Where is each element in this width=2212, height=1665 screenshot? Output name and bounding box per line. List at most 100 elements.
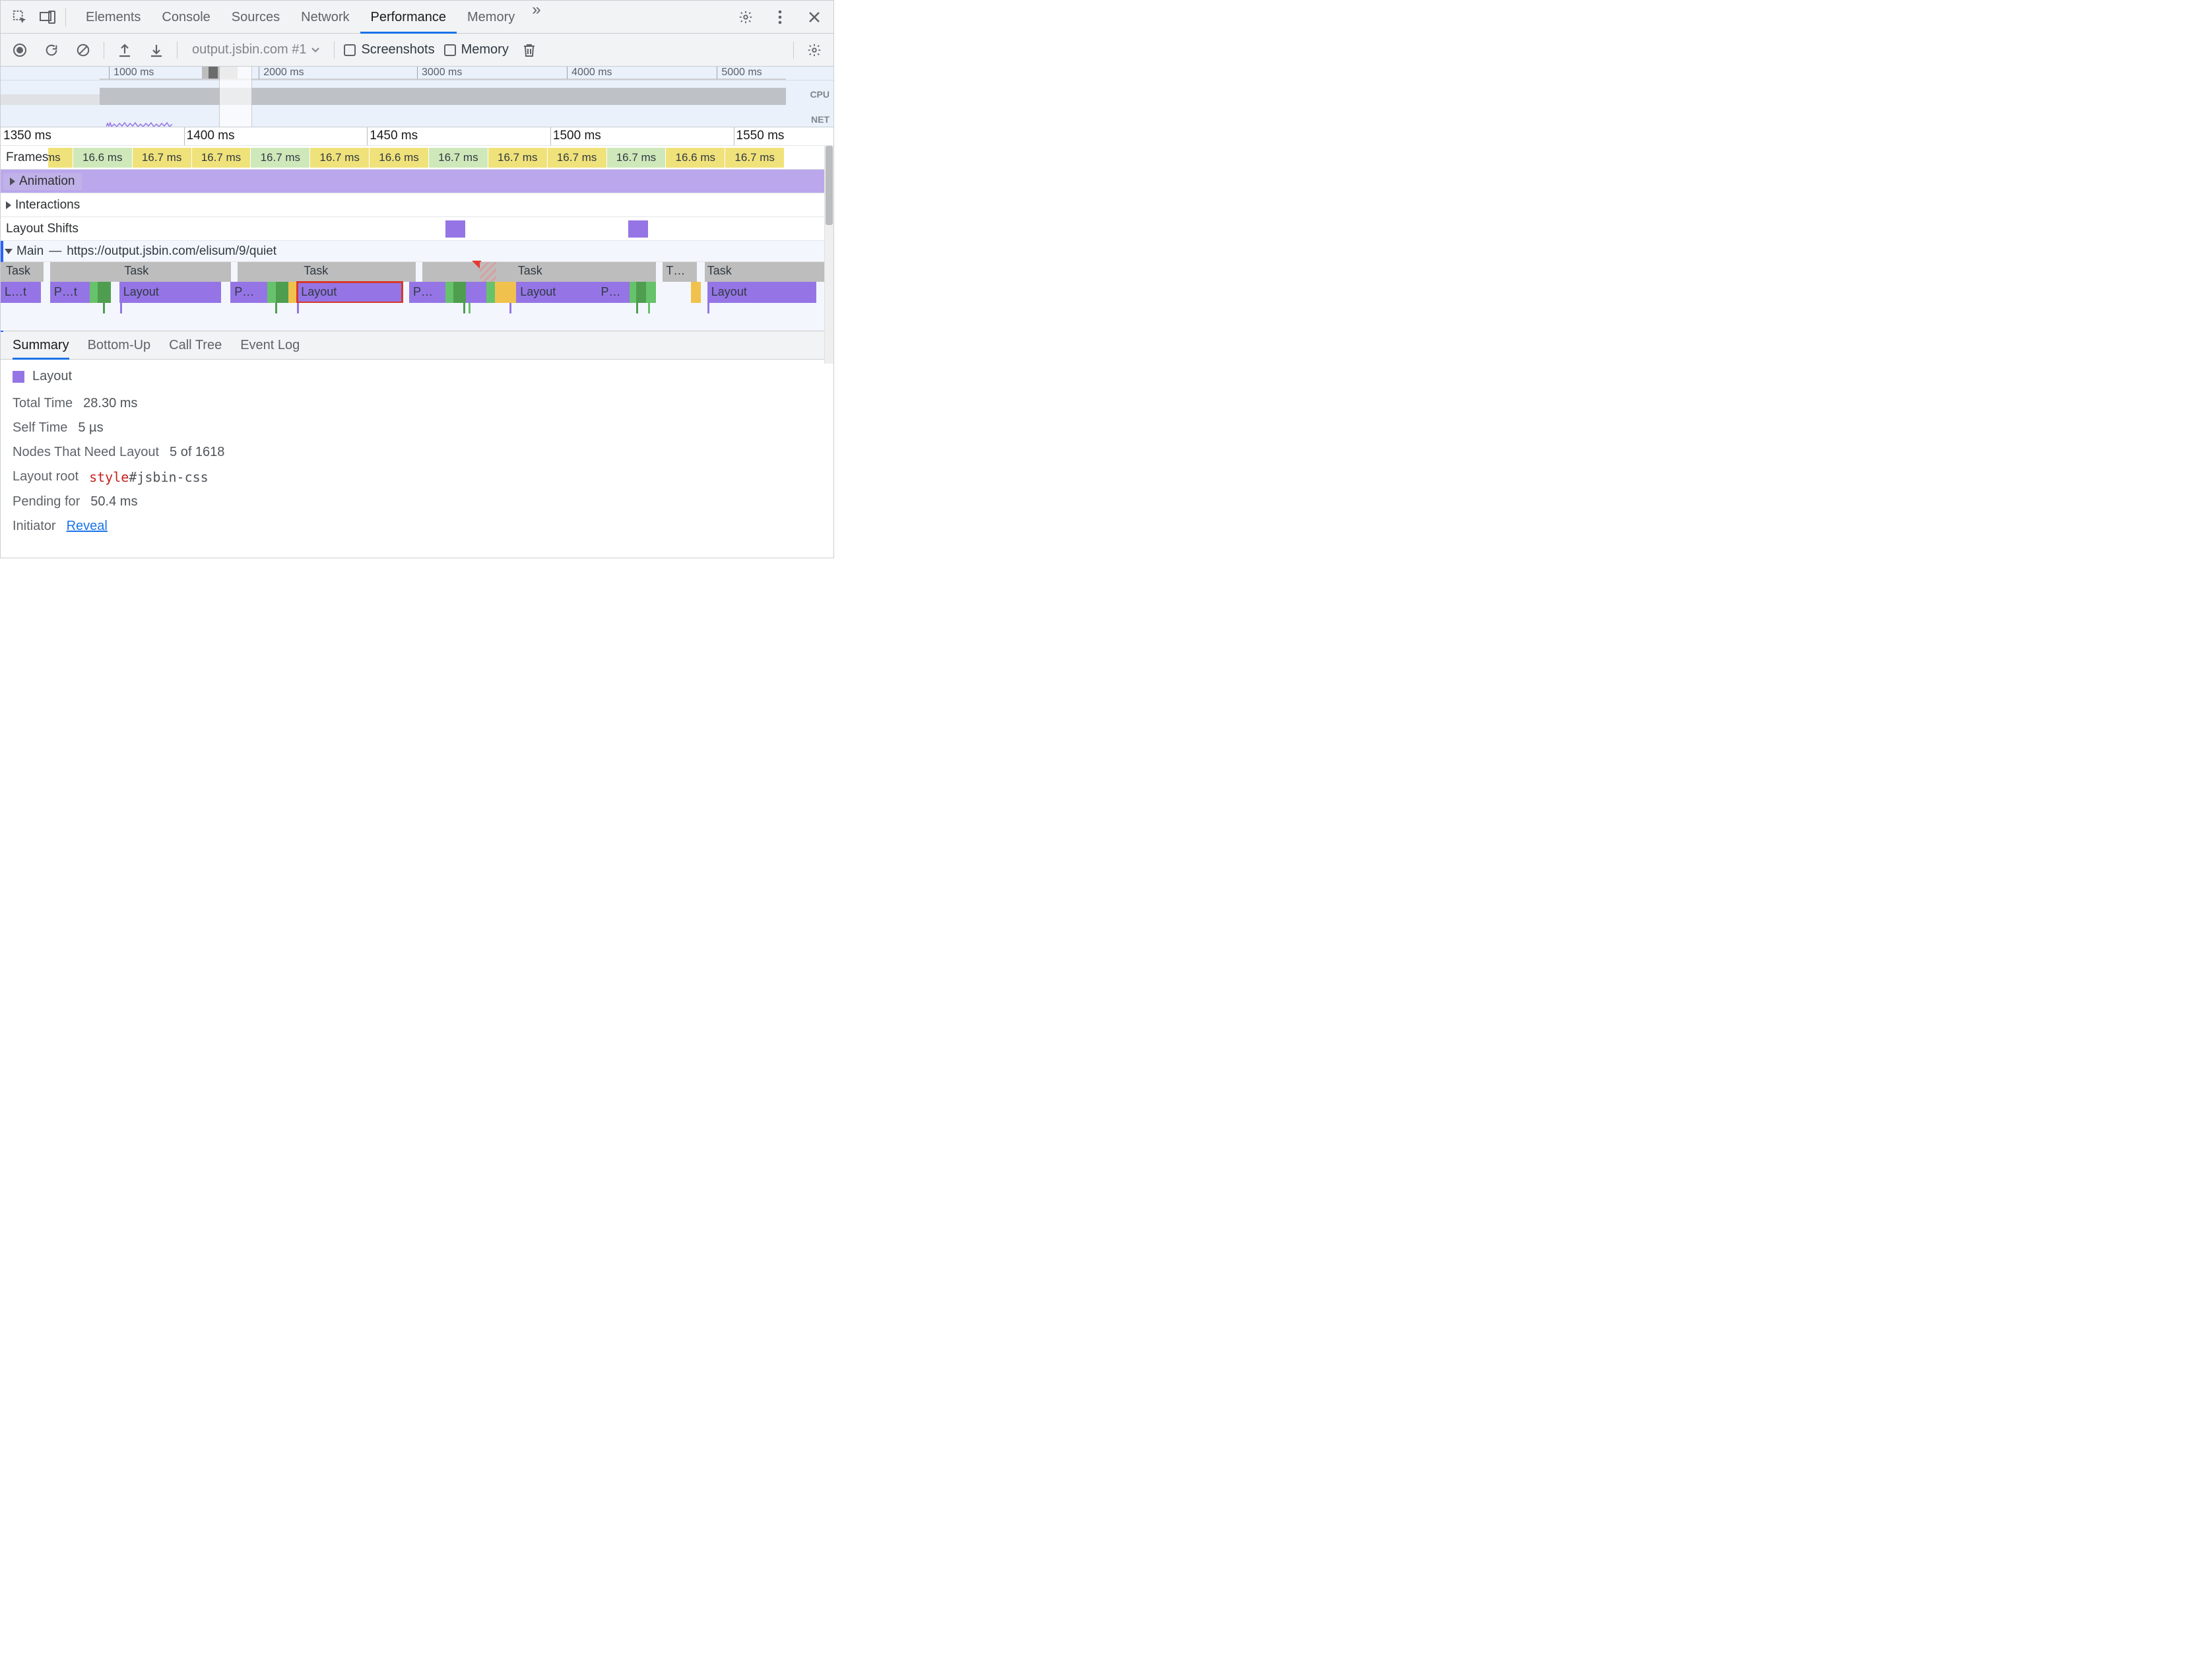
flame-entry[interactable]: P… (409, 282, 445, 303)
flame-entry[interactable] (646, 282, 656, 303)
flamechart[interactable]: Frames ms16.6 ms16.7 ms16.7 ms16.7 ms16.… (1, 146, 833, 331)
kebab-menu-icon[interactable] (766, 3, 794, 31)
animation-track[interactable]: Animation (1, 170, 824, 193)
flamechart-work-row[interactable]: L…tP…tLayoutP…LayoutP…LayoutP…Layout (1, 282, 824, 303)
scrollbar[interactable] (824, 146, 833, 364)
flame-entry[interactable] (636, 303, 638, 313)
tab-performance[interactable]: Performance (360, 1, 457, 34)
flame-entry[interactable] (495, 282, 516, 303)
flame-entry[interactable] (463, 303, 465, 313)
expand-icon[interactable] (10, 178, 15, 185)
task-label[interactable]: Task (124, 264, 148, 278)
layout-shift-block[interactable] (628, 220, 648, 238)
flame-entry[interactable] (90, 282, 98, 303)
record-icon[interactable] (9, 39, 31, 61)
recording-selector[interactable]: output.jsbin.com #1 (187, 42, 325, 57)
upload-icon[interactable] (114, 39, 136, 61)
overview-selection-window[interactable] (219, 67, 252, 127)
expand-icon[interactable] (6, 201, 11, 209)
frame-cell[interactable]: 16.7 ms (488, 148, 548, 168)
device-toolbar-icon[interactable] (34, 3, 61, 31)
flame-entry[interactable] (120, 303, 122, 313)
flame-entry[interactable]: Layout (516, 282, 597, 303)
frame-cell[interactable]: 16.7 ms (548, 148, 607, 168)
frame-cell[interactable]: 16.7 ms (251, 148, 310, 168)
tasks-row[interactable]: Task TaskTaskTaskT…Task (1, 262, 824, 282)
task-label[interactable]: T… (666, 264, 685, 278)
task-label[interactable]: Task (304, 264, 328, 278)
flame-entry[interactable]: L…t (1, 282, 41, 303)
task-label[interactable]: Task (518, 264, 542, 278)
layout-root-value[interactable]: style#jsbin-css (89, 469, 209, 485)
flame-entry[interactable] (691, 282, 696, 303)
flame-entry[interactable] (466, 282, 486, 303)
flame-entry[interactable] (636, 282, 646, 303)
frame-cell[interactable]: 16.7 ms (429, 148, 488, 168)
tab-summary[interactable]: Summary (13, 331, 69, 360)
task-label[interactable]: Task (707, 264, 732, 278)
tab-sources[interactable]: Sources (221, 1, 290, 34)
flame-entry[interactable]: Layout (297, 282, 403, 303)
flame-entry[interactable]: Layout (119, 282, 222, 303)
main-track-header[interactable]: Main — https://output.jsbin.com/elisum/9… (1, 241, 824, 262)
timeline-overview[interactable]: 1000 ms 2000 ms 3000 ms 4000 ms 5000 ms … (1, 67, 833, 127)
memory-checkbox[interactable]: Memory (444, 42, 509, 57)
frame-cell[interactable]: 16.6 ms (73, 148, 133, 168)
tab-memory[interactable]: Memory (457, 1, 525, 34)
trash-icon[interactable] (518, 39, 540, 61)
flame-entry[interactable] (486, 282, 494, 303)
flamechart-ruler[interactable]: 1350 ms 1400 ms 1450 ms 1500 ms 1550 ms (1, 127, 833, 146)
flame-entry[interactable] (509, 303, 511, 313)
flame-entry[interactable] (707, 303, 709, 313)
layout-shift-block[interactable] (445, 220, 465, 238)
flame-entry[interactable] (453, 282, 466, 303)
tab-event-log[interactable]: Event Log (240, 338, 300, 353)
flame-entry[interactable] (267, 282, 275, 303)
flame-entry[interactable] (103, 303, 105, 313)
collapse-icon[interactable] (5, 249, 13, 254)
close-icon[interactable] (800, 3, 828, 31)
frame-cell[interactable]: 16.6 ms (370, 148, 429, 168)
flame-entry[interactable] (648, 303, 650, 313)
settings-icon[interactable] (732, 3, 760, 31)
frame-cell[interactable]: 16.7 ms (725, 148, 785, 168)
flame-entry[interactable] (297, 303, 299, 313)
flame-entry[interactable] (469, 303, 471, 313)
flame-entry[interactable]: Layout (707, 282, 816, 303)
scrollbar-thumb[interactable] (826, 146, 833, 225)
tab-call-tree[interactable]: Call Tree (169, 338, 222, 353)
frame-cell[interactable]: 16.6 ms (666, 148, 725, 168)
tab-console[interactable]: Console (151, 1, 220, 34)
flame-entry[interactable]: P… (597, 282, 630, 303)
frame-cell[interactable]: 16.7 ms (133, 148, 192, 168)
animation-bar[interactable] (1, 173, 824, 190)
flame-entry[interactable]: P…t (50, 282, 90, 303)
capture-settings-icon[interactable] (803, 39, 826, 61)
flame-entry[interactable] (288, 282, 296, 303)
devtools-tabbar: Elements Console Sources Network Perform… (1, 1, 833, 34)
tab-network[interactable]: Network (290, 1, 360, 34)
flame-entry[interactable] (696, 282, 700, 303)
frames-track[interactable]: Frames ms16.6 ms16.7 ms16.7 ms16.7 ms16.… (1, 146, 824, 170)
flame-entry[interactable] (445, 282, 453, 303)
tab-bottom-up[interactable]: Bottom-Up (88, 338, 151, 353)
clear-icon[interactable] (72, 39, 94, 61)
inspect-element-icon[interactable] (6, 3, 34, 31)
reload-icon[interactable] (40, 39, 63, 61)
frame-cell[interactable]: 16.7 ms (607, 148, 667, 168)
flame-entry[interactable]: P… (230, 282, 267, 303)
flame-entry[interactable] (98, 282, 111, 303)
initiator-reveal-link[interactable]: Reveal (67, 519, 108, 534)
tab-elements[interactable]: Elements (75, 1, 151, 34)
layout-shifts-track[interactable]: Layout Shifts (1, 217, 824, 241)
flame-entry[interactable] (630, 282, 636, 303)
tabs-overflow-icon[interactable]: » (525, 1, 547, 34)
screenshots-checkbox[interactable]: Screenshots (344, 42, 434, 57)
frame-cell[interactable]: 16.7 ms (192, 148, 251, 168)
flame-entry[interactable] (275, 303, 277, 313)
flame-entry[interactable] (276, 282, 288, 303)
flamechart-sub-row[interactable] (1, 303, 824, 331)
frame-cell[interactable]: 16.7 ms (310, 148, 370, 168)
download-icon[interactable] (145, 39, 168, 61)
interactions-track[interactable]: Interactions (1, 193, 824, 217)
